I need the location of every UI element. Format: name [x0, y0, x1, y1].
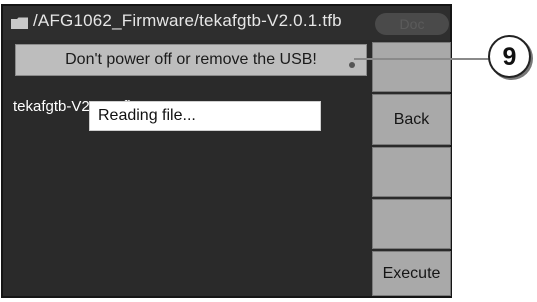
indicator-dot — [349, 62, 355, 68]
folder-icon — [11, 17, 28, 29]
side-button-3[interactable] — [372, 147, 451, 197]
warning-banner: Don't power off or remove the USB! — [15, 44, 367, 76]
reading-file-popup: Reading file... — [89, 101, 321, 131]
titlebar: /AFG1062_Firmware/tekafgtb-V2.0.1.tfb Do… — [3, 6, 450, 40]
callout-number: 9 — [488, 35, 531, 78]
file-path: /AFG1062_Firmware/tekafgtb-V2.0.1.tfb — [33, 11, 342, 30]
instrument-screen: /AFG1062_Firmware/tekafgtb-V2.0.1.tfb Do… — [1, 4, 452, 298]
side-button-1[interactable] — [372, 42, 451, 92]
back-button[interactable]: Back — [372, 94, 451, 145]
doc-button[interactable]: Doc — [375, 13, 449, 35]
callout-line — [354, 58, 492, 60]
side-button-4[interactable] — [372, 199, 451, 249]
execute-button[interactable]: Execute — [372, 251, 451, 296]
